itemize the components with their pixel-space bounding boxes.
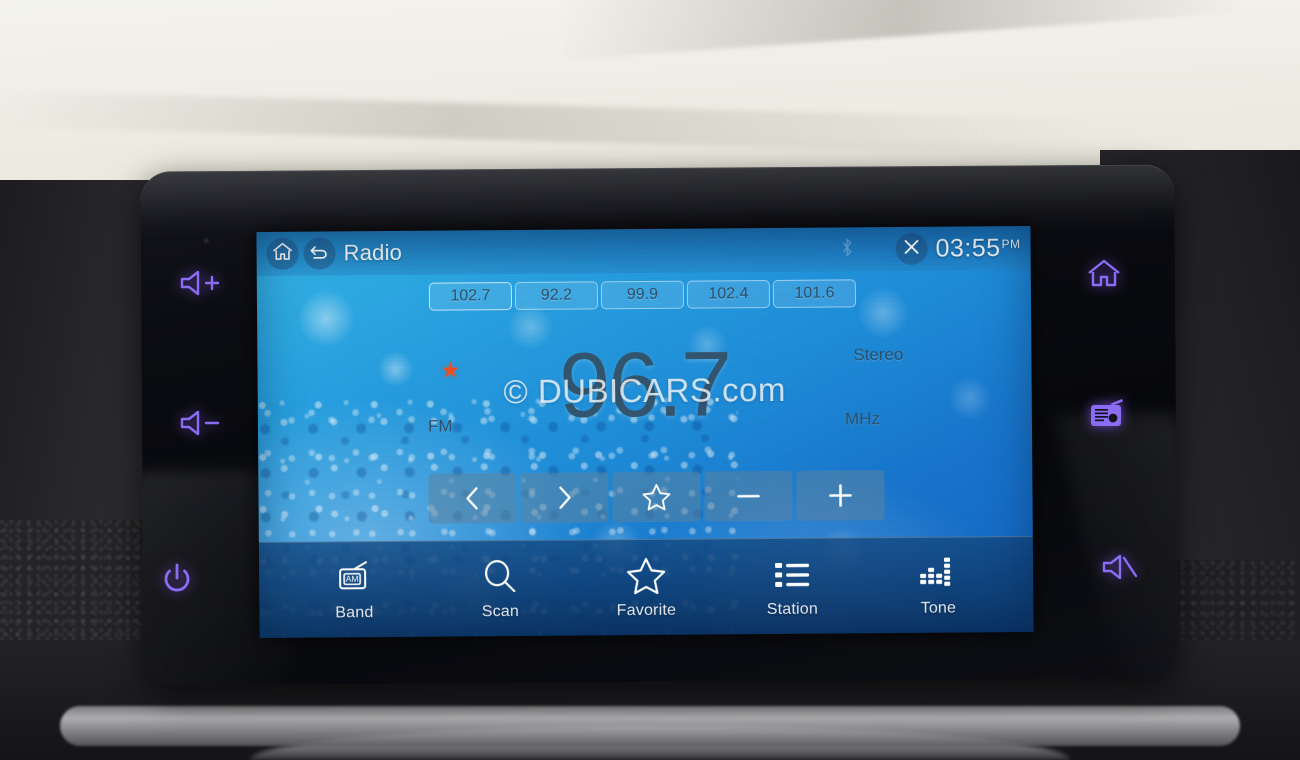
search-icon <box>481 556 519 596</box>
tune-up-button[interactable] <box>796 470 885 521</box>
hardkey-mute[interactable] <box>1100 552 1140 582</box>
home-icon <box>1086 258 1122 290</box>
light-sensor <box>202 237 210 245</box>
tune-down-button[interactable] <box>704 470 793 522</box>
hardkey-volume-down[interactable] <box>178 408 224 438</box>
chrome-trim <box>60 706 1240 746</box>
hardkey-power[interactable] <box>160 562 194 596</box>
equalizer-icon <box>918 553 958 593</box>
plus-icon <box>825 481 855 509</box>
radio-icon <box>1088 398 1126 432</box>
stereo-indicator: Stereo <box>853 344 904 365</box>
preset-button-1[interactable]: 102.7 <box>428 282 513 311</box>
chevron-right-icon <box>552 483 576 513</box>
minus-icon <box>733 484 763 508</box>
speaker-mute-icon <box>1100 552 1140 582</box>
hardkey-radio[interactable] <box>1088 398 1126 432</box>
preset-button-5[interactable]: 101.6 <box>772 279 857 308</box>
preset-button-4[interactable]: 102.4 <box>686 280 771 309</box>
svg-text:AM: AM <box>346 573 359 583</box>
chevron-left-icon <box>460 483 484 513</box>
seek-down-button[interactable] <box>428 473 517 524</box>
am-radio-icon: AM <box>334 558 374 598</box>
speaker-minus-icon <box>178 408 224 438</box>
nav-label-band: Band <box>335 603 374 621</box>
statusbar-spacer <box>402 249 840 252</box>
infotainment-screen[interactable]: Radio 03:55 PM 102.7 92.2 99.9 102.4 101… <box>256 225 1034 639</box>
preset-button-2[interactable]: 92.2 <box>514 281 599 311</box>
list-icon <box>773 554 811 594</box>
statusbar-home-button[interactable] <box>266 237 299 270</box>
nav-item-scan[interactable]: Scan <box>445 556 555 621</box>
home-icon <box>271 241 293 266</box>
power-icon <box>160 562 194 596</box>
back-arrow-icon <box>308 241 330 266</box>
clock: 03:55 PM <box>935 234 1020 264</box>
bottom-navigation-bar: AM Band Scan Favorite Station Tone <box>258 535 1034 639</box>
nav-label-favorite: Favorite <box>616 601 677 619</box>
nav-item-station[interactable]: Station <box>737 554 847 619</box>
close-x-icon <box>901 236 921 261</box>
nav-label-scan: Scan <box>481 602 520 620</box>
dashboard-crease <box>560 0 1300 60</box>
bluetooth-icon <box>840 237 853 262</box>
favorite-toggle-button[interactable] <box>612 471 701 523</box>
hardkey-home[interactable] <box>1086 258 1122 290</box>
seek-up-button[interactable] <box>520 472 609 523</box>
close-button[interactable] <box>895 232 928 266</box>
preset-button-3[interactable]: 99.9 <box>600 280 685 310</box>
bezel-reflection-right <box>1056 414 1178 686</box>
clock-ampm: PM <box>1001 236 1021 251</box>
status-bar: Radio 03:55 PM <box>256 225 1031 277</box>
page-title: Radio <box>343 239 403 266</box>
preset-button-row: 102.7 92.2 99.9 102.4 101.6 <box>428 279 857 311</box>
nav-label-station: Station <box>766 600 819 618</box>
nav-label-tone: Tone <box>920 599 957 617</box>
statusbar-back-button[interactable] <box>303 237 336 270</box>
nav-item-favorite[interactable]: Favorite <box>591 555 701 620</box>
speaker-plus-icon <box>178 268 224 298</box>
star-outline-icon <box>626 555 666 595</box>
nav-item-tone[interactable]: Tone <box>883 553 993 618</box>
nav-item-band[interactable]: AM Band <box>299 557 409 622</box>
star-outline-icon <box>641 482 671 511</box>
frequency-value: 96.7 <box>558 333 731 437</box>
tuner-control-row <box>428 470 885 524</box>
hardkey-volume-up[interactable] <box>178 268 224 298</box>
frequency-unit-label: MHz <box>844 409 880 429</box>
clock-time: 03:55 <box>935 233 1001 263</box>
